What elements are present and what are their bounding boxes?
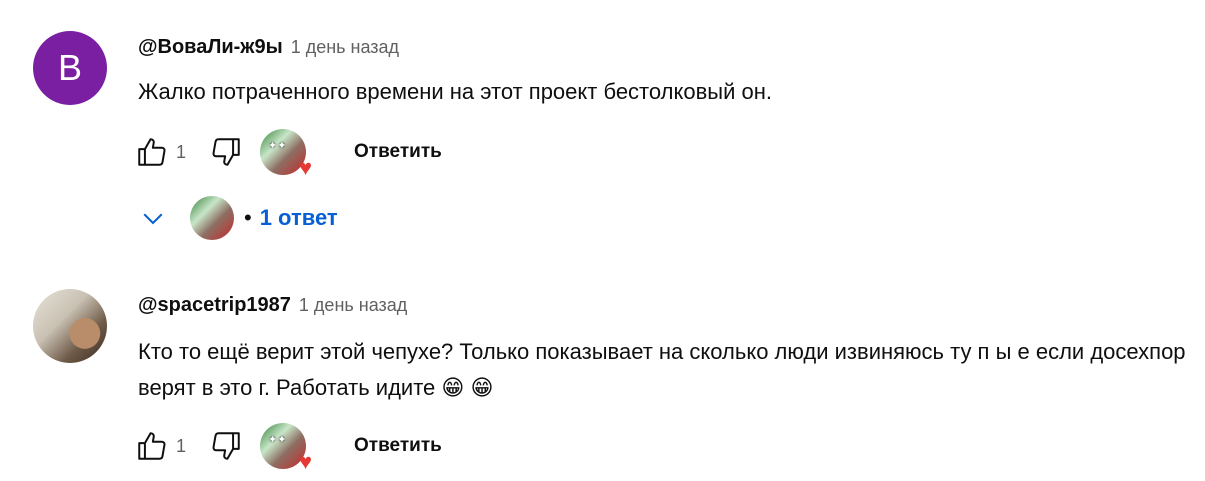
comment-actions: 1 ✦✦ ♥ Ответить (130, 128, 442, 179)
creator-avatar (190, 196, 234, 240)
comment-header: @spacetrip1987 1 день назад (138, 294, 407, 317)
creator-heart-badge: ✦✦ ♥ (260, 423, 312, 473)
thumb-down-icon (212, 432, 240, 460)
avatar-letter: B (57, 47, 82, 88)
reply-button[interactable]: Ответить (354, 435, 442, 457)
thumb-down-icon (212, 138, 240, 166)
reply-button[interactable]: Ответить (354, 141, 442, 163)
author-avatar[interactable]: B (33, 31, 107, 105)
comment-header: @ВоваЛи-ж9ы 1 день назад (138, 36, 399, 59)
author-name[interactable]: @spacetrip1987 (138, 294, 291, 317)
dislike-button[interactable] (204, 130, 248, 174)
like-count: 1 (176, 141, 187, 162)
comment-actions: 1 ✦✦ ♥ Ответить (130, 422, 442, 473)
chevron-down-icon (143, 213, 163, 225)
dislike-button[interactable] (204, 424, 248, 468)
separator-dot: • (244, 205, 252, 230)
view-replies-button[interactable]: • 1 ответ (138, 190, 338, 246)
grin-emoji: 😁 😁 (441, 375, 494, 400)
author-avatar[interactable] (33, 289, 107, 363)
like-button[interactable] (130, 130, 174, 174)
author-name[interactable]: @ВоваЛи-ж9ы (138, 36, 283, 59)
like-button[interactable] (130, 424, 174, 468)
thumb-up-icon (138, 138, 166, 166)
creator-heart-badge: ✦✦ ♥ (260, 129, 312, 179)
comment-body: Кто то ещё верит этой чепухе? Только пок… (138, 339, 1186, 400)
comment-timestamp[interactable]: 1 день назад (291, 37, 399, 58)
comment-text: Жалко потраченного времени на этот проек… (138, 79, 772, 104)
heart-icon: ♥ (298, 449, 313, 474)
comment-timestamp[interactable]: 1 день назад (299, 295, 407, 316)
heart-icon: ♥ (298, 155, 313, 180)
like-count: 1 (176, 435, 187, 456)
comment-text: Кто то ещё верит этой чепухе? Только пок… (138, 334, 1188, 406)
reply-count: 1 ответ (259, 205, 338, 230)
thumb-up-icon (138, 432, 166, 460)
